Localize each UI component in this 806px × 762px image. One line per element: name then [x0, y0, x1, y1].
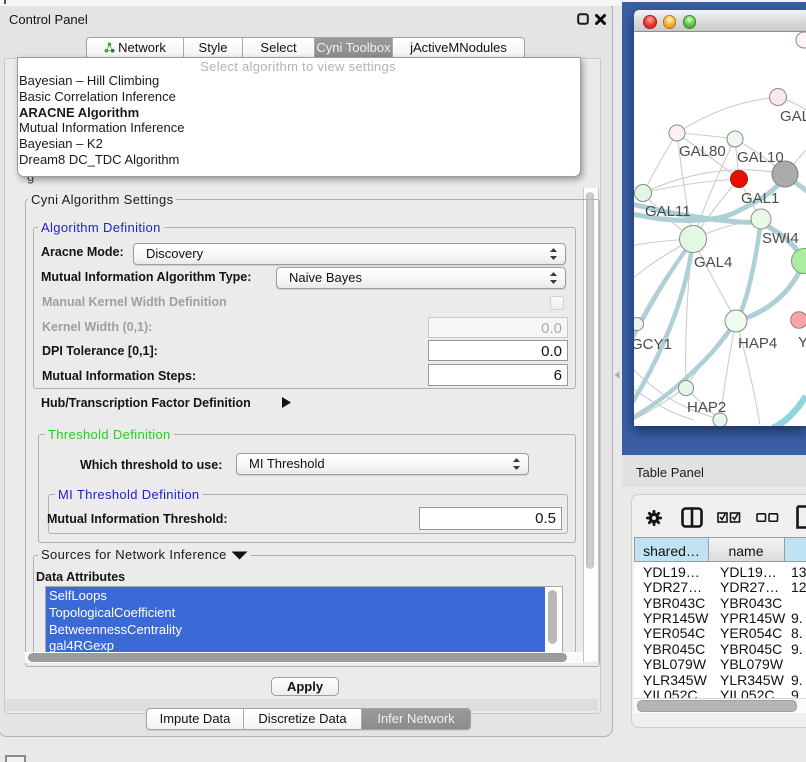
- svg-text:GAL7: GAL7: [780, 108, 806, 125]
- svg-text:GAL80: GAL80: [679, 143, 726, 160]
- svg-text:GAL4: GAL4: [694, 254, 732, 271]
- svg-text:GCY1: GCY1: [634, 336, 672, 353]
- svg-text:GAL1: GAL1: [741, 190, 779, 207]
- svg-text:Y: Y: [798, 334, 806, 351]
- svg-text:GAL10: GAL10: [737, 149, 784, 166]
- svg-text:GAL11: GAL11: [645, 203, 691, 220]
- svg-text:SWI4: SWI4: [762, 230, 799, 247]
- svg-text:HAP4: HAP4: [738, 335, 777, 352]
- svg-text:HAP2: HAP2: [687, 399, 726, 416]
